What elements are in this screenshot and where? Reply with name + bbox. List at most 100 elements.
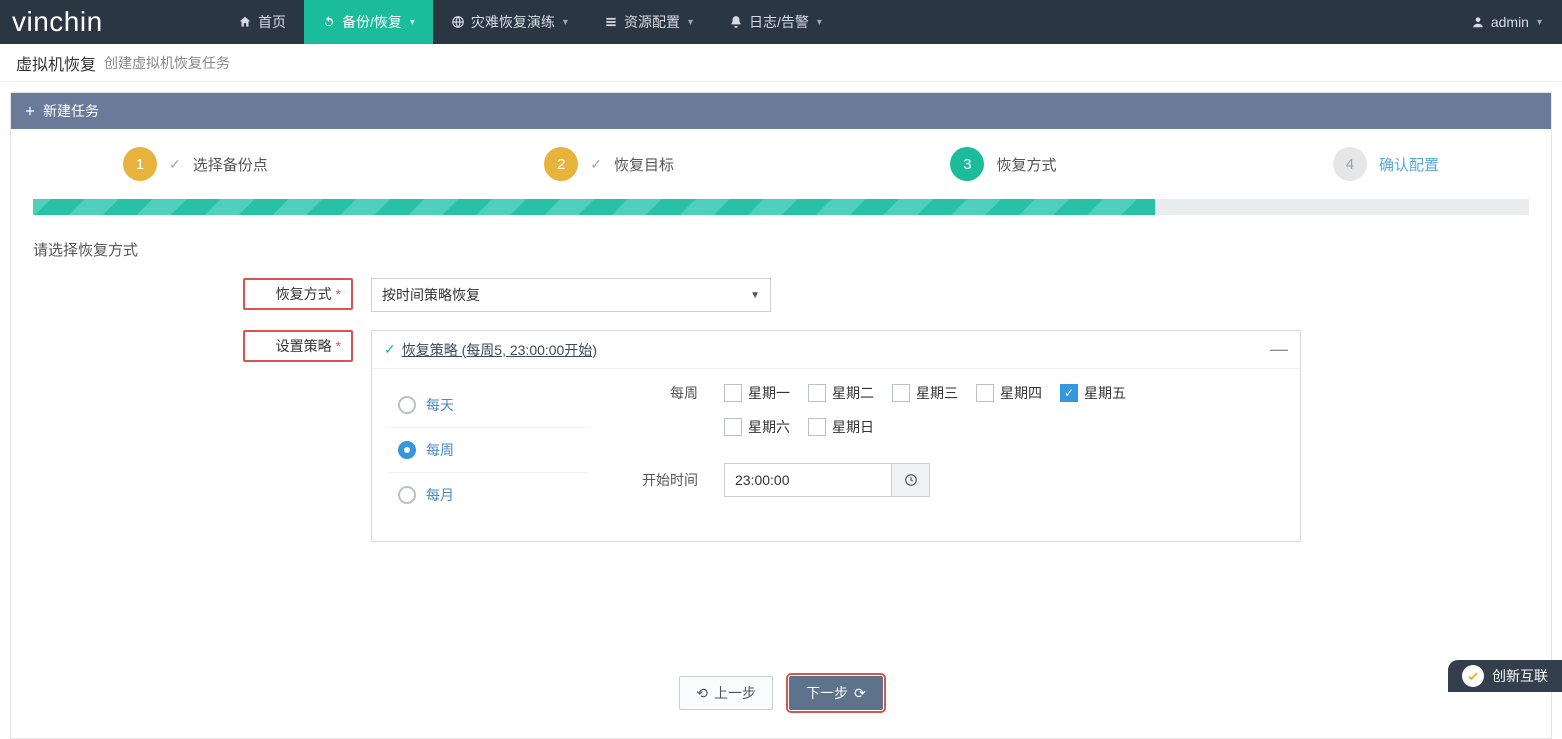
step-1-num: 1 [123, 147, 157, 181]
check-icon: ✓ [169, 156, 181, 173]
nav-resource[interactable]: 资源配置 ▾ [586, 0, 711, 44]
day-sun[interactable]: 星期日 [808, 417, 874, 437]
start-time-value: 23:00:00 [735, 472, 790, 488]
chevron-down-icon: ▾ [1537, 17, 1542, 28]
nav-drill-label: 灾难恢复演练 [471, 12, 555, 32]
nav-home-label: 首页 [258, 12, 286, 32]
freq-monthly-label: 每月 [426, 485, 454, 505]
step-1[interactable]: 1 ✓ 选择备份点 [123, 147, 268, 181]
check-icon: ✓ [590, 156, 602, 173]
corner-badge-label: 创新互联 [1492, 666, 1548, 686]
start-time-input[interactable]: 23:00:00 [724, 463, 892, 497]
prev-button[interactable]: ⟲ 上一步 [679, 676, 773, 710]
radio-icon [398, 486, 416, 504]
freq-daily[interactable]: 每天 [388, 383, 588, 428]
restore-mode-label: 恢复方式 [243, 278, 353, 310]
checkbox-icon [1060, 384, 1078, 402]
next-button-label: 下一步 [806, 683, 848, 703]
row-policy: 设置策略 ✓ 恢复策略 (每周5, 23:00:00开始) — 每天 [243, 330, 1529, 542]
wizard-steps: 1 ✓ 选择备份点 2 ✓ 恢复目标 3 恢复方式 4 确认配置 [33, 147, 1529, 195]
step-4[interactable]: 4 确认配置 [1333, 147, 1439, 181]
brand-logo: vinchin [0, 0, 220, 44]
frequency-list: 每天 每周 每月 [388, 383, 588, 517]
arrow-right-icon: ⟳ [854, 685, 866, 702]
checkbox-icon [808, 384, 826, 402]
step-2-num: 2 [544, 147, 578, 181]
list-icon [604, 15, 618, 29]
nav-items: 首页 备份/恢复 ▾ 灾难恢复演练 ▾ 资源配置 ▾ 日志/告警 ▾ [220, 0, 840, 44]
chevron-down-icon: ▾ [688, 17, 693, 28]
nav-home[interactable]: 首页 [220, 0, 304, 44]
freq-daily-label: 每天 [426, 395, 454, 415]
clock-icon [904, 473, 918, 487]
badge-icon [1462, 665, 1484, 687]
top-navbar: vinchin 首页 备份/恢复 ▾ 灾难恢复演练 ▾ 资源配置 ▾ 日志/告警… [0, 0, 1562, 44]
step-3[interactable]: 3 恢复方式 [950, 147, 1056, 181]
freq-monthly[interactable]: 每月 [388, 473, 588, 517]
day-thu[interactable]: 星期四 [976, 383, 1042, 403]
day-mon[interactable]: 星期一 [724, 383, 790, 403]
refresh-icon [322, 15, 336, 29]
step-2[interactable]: 2 ✓ 恢复目标 [544, 147, 674, 181]
globe-icon [451, 15, 465, 29]
checkbox-icon [724, 418, 742, 436]
nav-resource-label: 资源配置 [624, 12, 680, 32]
row-restore-mode: 恢复方式 按时间策略恢复 ▼ [243, 278, 1529, 312]
home-icon [238, 15, 252, 29]
nav-backup[interactable]: 备份/恢复 ▾ [304, 0, 433, 44]
collapse-icon[interactable]: — [1270, 339, 1288, 360]
day-fri[interactable]: 星期五 [1060, 383, 1126, 403]
freq-weekly-label: 每周 [426, 440, 454, 460]
checkbox-icon [976, 384, 994, 402]
step-4-label: 确认配置 [1379, 154, 1439, 175]
radio-icon [398, 396, 416, 414]
policy-label: 设置策略 [243, 330, 353, 362]
nav-log-label: 日志/告警 [749, 12, 809, 32]
wizard-progress [33, 199, 1529, 215]
policy-panel: ✓ 恢复策略 (每周5, 23:00:00开始) — 每天 [371, 330, 1301, 542]
time-picker-button[interactable] [892, 463, 930, 497]
check-icon: ✓ [384, 341, 396, 358]
chevron-down-icon: ▾ [817, 17, 822, 28]
checkbox-icon [808, 418, 826, 436]
day-tue[interactable]: 星期二 [808, 383, 874, 403]
nav-drill[interactable]: 灾难恢复演练 ▾ [433, 0, 586, 44]
step-1-label: 选择备份点 [193, 154, 268, 175]
step-3-num: 3 [950, 147, 984, 181]
day-sat[interactable]: 星期六 [724, 417, 790, 437]
step-3-label: 恢复方式 [996, 154, 1056, 175]
breadcrumb-title: 虚拟机恢复 [16, 51, 96, 75]
radio-icon [398, 441, 416, 459]
user-icon [1471, 15, 1485, 29]
section-title: 请选择恢复方式 [33, 239, 1529, 260]
card-header: 新建任务 [11, 93, 1551, 129]
breadcrumb: 虚拟机恢复 创建虚拟机恢复任务 [0, 44, 1562, 82]
chevron-down-icon: ▾ [410, 17, 415, 28]
prev-button-label: 上一步 [714, 683, 756, 703]
wizard-footer: ⟲ 上一步 下一步 ⟳ [33, 660, 1529, 730]
day-wed[interactable]: 星期三 [892, 383, 958, 403]
card-title: 新建任务 [43, 101, 99, 121]
checkbox-icon [892, 384, 910, 402]
nav-user-label: admin [1491, 14, 1529, 30]
schedule-area: 每周 星期一 星期二 星期三 星期四 星期五 星期六 星期日 [618, 383, 1284, 517]
nav-user[interactable]: admin ▾ [1451, 0, 1562, 44]
policy-header[interactable]: ✓ 恢复策略 (每周5, 23:00:00开始) — [372, 331, 1300, 369]
step-2-label: 恢复目标 [614, 154, 674, 175]
arrow-left-icon: ⟲ [696, 685, 708, 702]
restore-mode-select[interactable]: 按时间策略恢复 ▼ [371, 278, 771, 312]
breadcrumb-sub: 创建虚拟机恢复任务 [104, 53, 230, 73]
wizard-card: 新建任务 1 ✓ 选择备份点 2 ✓ 恢复目标 3 恢复方式 4 确认配置 [10, 92, 1552, 739]
bell-icon [729, 15, 743, 29]
freq-weekly[interactable]: 每周 [388, 428, 588, 473]
corner-badge[interactable]: 创新互联 [1448, 660, 1562, 692]
checkbox-icon [724, 384, 742, 402]
nav-log[interactable]: 日志/告警 ▾ [711, 0, 840, 44]
start-time-label: 开始时间 [618, 470, 698, 490]
step-4-num: 4 [1333, 147, 1367, 181]
next-button[interactable]: 下一步 ⟳ [789, 676, 883, 710]
nav-backup-label: 备份/恢复 [342, 12, 402, 32]
policy-title: 恢复策略 (每周5, 23:00:00开始) [402, 340, 597, 360]
chevron-down-icon: ▾ [563, 17, 568, 28]
wizard-progress-bar [33, 199, 1155, 215]
